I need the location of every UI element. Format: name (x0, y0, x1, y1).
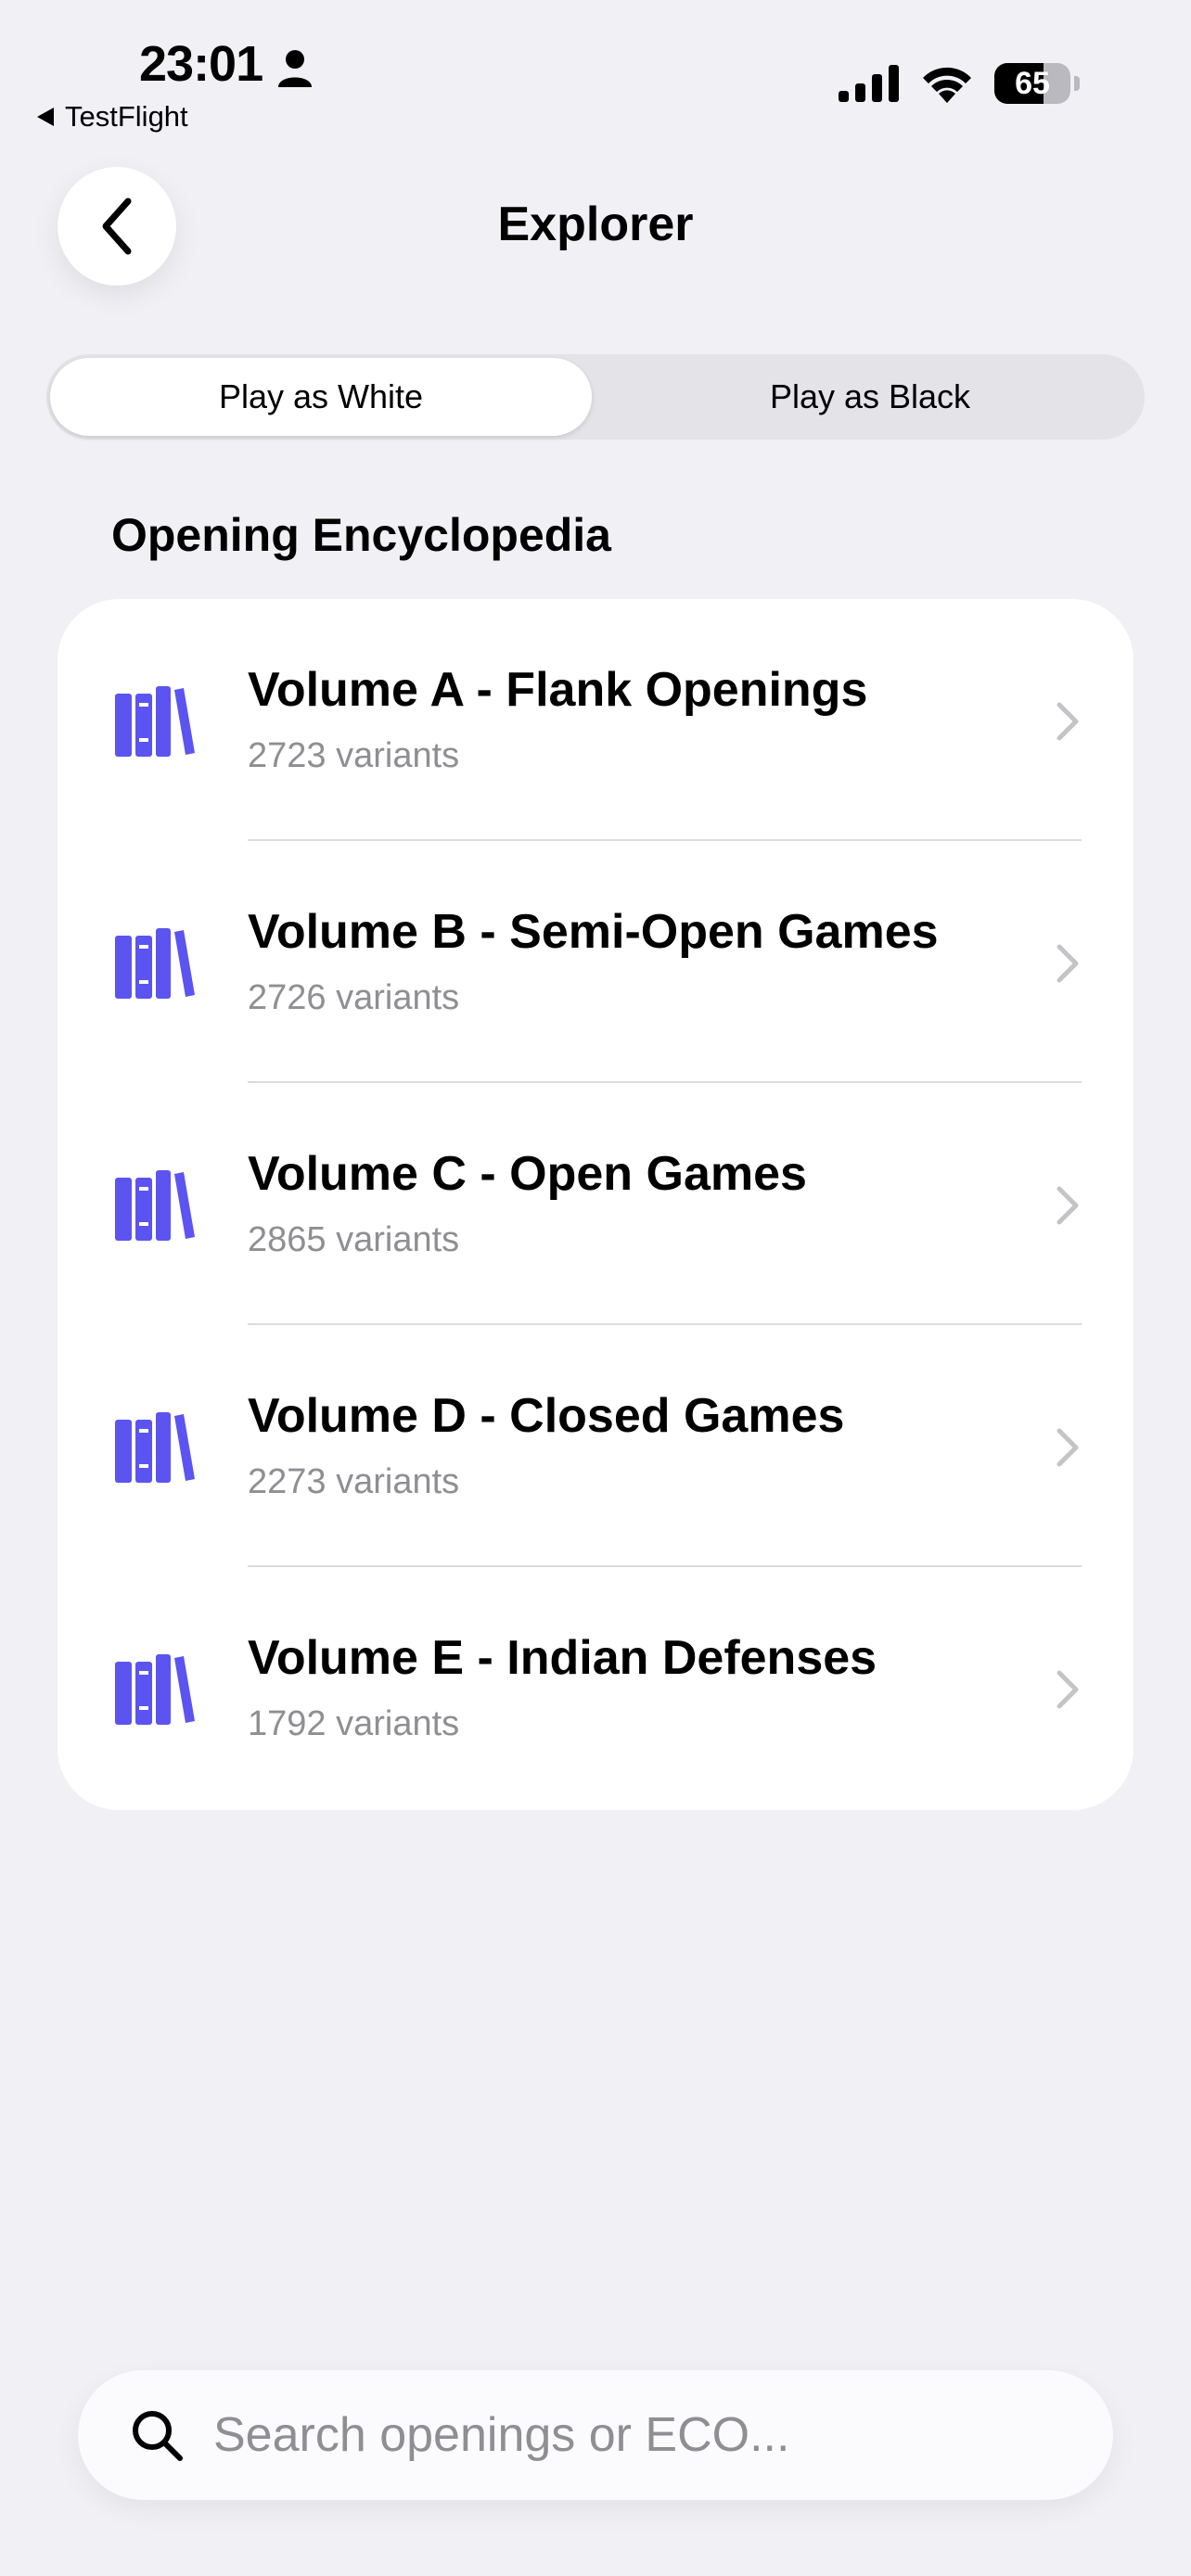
books-icon (115, 1170, 195, 1241)
chevron-right-icon (1057, 1670, 1079, 1709)
chevron-right-icon (1057, 702, 1079, 741)
books-icon (115, 686, 195, 757)
volume-variant-count: 2865 variants (248, 1220, 460, 1259)
cellular-signal-icon (839, 65, 899, 102)
list-item-volume-c[interactable]: Volume C - Open Games 2865 variants (58, 1083, 1133, 1325)
volume-variant-count: 1792 variants (248, 1704, 460, 1743)
search-icon (133, 2411, 183, 2461)
books-icon (115, 928, 195, 999)
play-color-segmented-control: Play as White Play as Black (46, 354, 1145, 440)
list-item-volume-e[interactable]: Volume E - Indian Defenses 1792 variants (58, 1567, 1133, 1809)
volume-title: Volume E - Indian Defenses (248, 1631, 877, 1685)
back-triangle-icon (37, 108, 54, 126)
page-title: Explorer (497, 198, 694, 251)
list-item-volume-a[interactable]: Volume A - Flank Openings 2723 variants (58, 599, 1133, 841)
list-item-volume-b[interactable]: Volume B - Semi-Open Games 2726 variants (58, 841, 1133, 1083)
section-title: Opening Encyclopedia (111, 509, 611, 561)
volume-variant-count: 2273 variants (248, 1462, 460, 1501)
books-icon (115, 1412, 195, 1483)
wifi-icon (923, 67, 971, 103)
battery-tip (1074, 76, 1080, 91)
battery-percent: 65 (1015, 65, 1050, 101)
battery-icon: 65 (994, 63, 1070, 104)
books-icon (115, 1654, 195, 1725)
chevron-right-icon (1057, 1428, 1079, 1467)
volume-list: Volume A - Flank Openings 2723 variants … (58, 599, 1133, 1810)
chevron-right-icon (1057, 944, 1079, 983)
chevron-right-icon (1057, 1186, 1079, 1225)
search-input[interactable] (211, 2406, 1113, 2464)
search-bar[interactable] (78, 2370, 1113, 2500)
volume-title: Volume D - Closed Games (248, 1389, 845, 1443)
status-indicators: 65 (839, 63, 1080, 104)
back-to-app-link[interactable]: TestFlight (37, 100, 188, 134)
status-time: 23:01 (139, 36, 263, 92)
segment-play-as-black[interactable]: Play as Black (599, 358, 1141, 436)
volume-title: Volume B - Semi-Open Games (248, 905, 939, 959)
volume-variant-count: 2726 variants (248, 978, 460, 1017)
segment-play-as-white[interactable]: Play as White (50, 358, 592, 436)
volume-title: Volume A - Flank Openings (248, 663, 868, 717)
volume-variant-count: 2723 variants (248, 736, 460, 775)
list-item-volume-d[interactable]: Volume D - Closed Games 2273 variants (58, 1325, 1133, 1567)
back-app-label: TestFlight (65, 100, 188, 133)
person-icon (278, 50, 312, 87)
volume-title: Volume C - Open Games (248, 1147, 807, 1201)
